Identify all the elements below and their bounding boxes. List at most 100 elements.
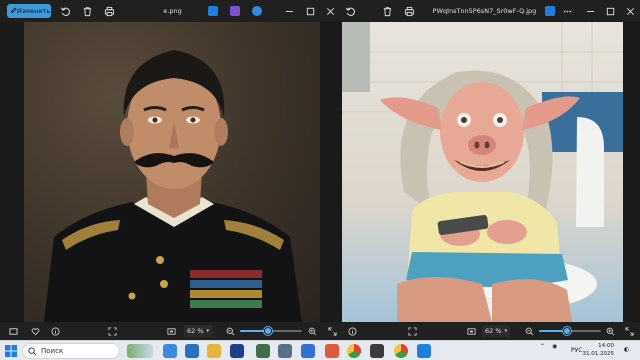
zoom-level[interactable]: 62 % ▾: [482, 325, 511, 337]
zoom-out-icon: [525, 327, 534, 335]
image-canvas: [340, 22, 640, 322]
start-icon[interactable]: [4, 344, 18, 358]
terminal-app-icon[interactable]: [370, 344, 384, 358]
portrait-photo[interactable]: [24, 22, 320, 322]
rotate-icon: [345, 7, 355, 16]
rotate-button[interactable]: [58, 4, 72, 18]
portrait-officer-image: [44, 50, 302, 322]
zoom-slider-thumb[interactable]: [263, 327, 272, 335]
delete-button[interactable]: [80, 4, 94, 18]
app-icon-8[interactable]: [301, 344, 315, 358]
app-shortcut-1[interactable]: [208, 4, 218, 18]
edit-icon: [11, 7, 17, 13]
more-button[interactable]: [560, 4, 574, 18]
search-icon: [28, 347, 37, 356]
close-button[interactable]: [323, 4, 337, 18]
maximize-button[interactable]: [603, 4, 617, 18]
zoom-level[interactable]: 62 % ▾: [184, 325, 213, 337]
toolbar: PWqlnsTnn5P6sN7_Sr0wF-Q.jpg: [340, 0, 640, 22]
more-icon: [563, 10, 571, 12]
zoom-out-icon: [226, 327, 235, 335]
info-button[interactable]: [51, 325, 60, 337]
fit-button[interactable]: [108, 325, 117, 337]
fullscreen-button[interactable]: [625, 325, 634, 337]
actual-size-icon: [167, 327, 176, 335]
actual-size-button[interactable]: [167, 325, 176, 337]
minimize-button[interactable]: [282, 4, 296, 18]
print-icon: [104, 6, 114, 16]
file-name: e.png: [163, 7, 182, 15]
network-icon[interactable]: ◉: [552, 343, 557, 350]
fit-button[interactable]: [408, 325, 417, 337]
chevron-down-icon: ▾: [504, 328, 508, 334]
chrome-app-icon[interactable]: [347, 344, 361, 358]
clipchamp-icon: [230, 6, 240, 16]
print-button[interactable]: [402, 4, 416, 18]
edit-button-label: Изменить: [16, 7, 51, 15]
minimize-icon: [586, 10, 594, 12]
fit-icon: [108, 326, 117, 336]
maximize-button[interactable]: [303, 4, 317, 18]
taskbar-search[interactable]: Поиск: [22, 343, 120, 359]
maximize-icon: [306, 7, 314, 15]
taskview-app-icon[interactable]: [163, 344, 177, 358]
zoom-in-icon: [308, 327, 317, 335]
zoom-in-button[interactable]: [308, 325, 317, 337]
thumbnails-button[interactable]: [9, 325, 18, 337]
news-widget[interactable]: [127, 344, 153, 358]
clock-time: 14:00: [598, 343, 614, 349]
actual-size-icon: [467, 327, 476, 335]
app-shortcut-1[interactable]: [545, 4, 555, 18]
minimize-button[interactable]: [583, 4, 597, 18]
minimize-icon: [285, 10, 293, 12]
toolbar: Изменить e.png: [0, 0, 340, 22]
explorer-app-icon[interactable]: [185, 344, 199, 358]
status-bar: 62 % ▾: [340, 322, 640, 340]
language-indicator[interactable]: РУС: [571, 347, 582, 354]
pig-woman-photo[interactable]: [342, 22, 623, 322]
delete-icon: [383, 6, 391, 16]
fullscreen-icon: [328, 326, 337, 336]
desktop-screen: Изменить e.png 62 % ▾ PWqlnsTnn5P6sN7_Sr…: [0, 0, 640, 360]
onedrive-icon: [252, 6, 262, 16]
system-clock[interactable]: 14:00 31.01.2025: [583, 342, 615, 358]
edit-button[interactable]: Изменить: [7, 4, 51, 18]
photos-app-icon: [545, 6, 555, 16]
heart-icon: [31, 327, 40, 335]
app-shortcut-2[interactable]: [230, 4, 240, 18]
photos-app-icon: [208, 6, 218, 16]
app-icon-6[interactable]: [256, 344, 270, 358]
thumbnails-icon: [9, 327, 18, 335]
photoshop-app-icon[interactable]: [230, 344, 244, 358]
folder-app-icon[interactable]: [207, 344, 221, 358]
print-button[interactable]: [102, 4, 116, 18]
image-canvas: [0, 22, 340, 322]
delete-button[interactable]: [380, 4, 394, 18]
zoom-in-button[interactable]: [606, 325, 615, 337]
favorite-button[interactable]: [31, 325, 40, 337]
rotate-button[interactable]: [343, 4, 357, 18]
app-shortcut-3[interactable]: [252, 4, 262, 18]
zoom-slider[interactable]: [539, 327, 601, 335]
info-icon: [348, 326, 357, 336]
clock-date: 31.01.2025: [582, 351, 615, 357]
fullscreen-button[interactable]: [328, 325, 337, 337]
photos-app-icon[interactable]: [417, 344, 431, 358]
zoom-slider-thumb[interactable]: [562, 327, 571, 335]
maximize-icon: [606, 7, 614, 15]
zoom-slider[interactable]: [240, 327, 302, 335]
app-icon-7[interactable]: [278, 344, 292, 358]
close-icon: [626, 7, 634, 15]
search-placeholder: Поиск: [41, 347, 64, 355]
actual-size-button[interactable]: [467, 325, 476, 337]
zoom-out-button[interactable]: [525, 325, 534, 337]
fullscreen-icon: [625, 326, 634, 336]
chrome-app-icon-2[interactable]: [394, 344, 408, 358]
tray-chevron-icon[interactable]: ⌃: [540, 343, 545, 350]
zoom-value: 62 %: [485, 327, 502, 335]
notification-icon[interactable]: ◐: [624, 346, 629, 353]
close-button[interactable]: [623, 4, 637, 18]
zoom-out-button[interactable]: [226, 325, 235, 337]
app-icon-9[interactable]: [325, 344, 339, 358]
info-button[interactable]: [348, 325, 357, 337]
